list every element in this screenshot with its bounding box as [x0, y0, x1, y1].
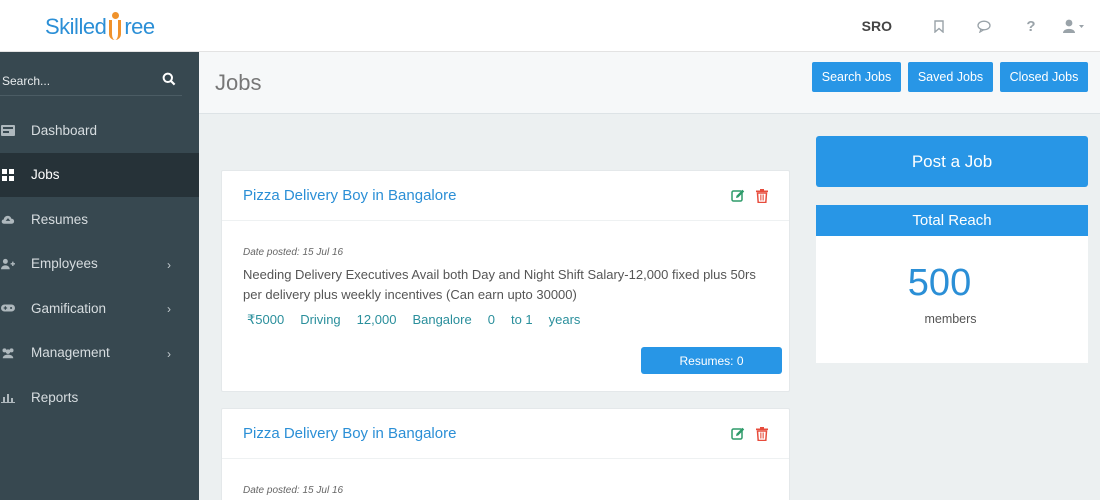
- total-reach-title: Total Reach: [816, 205, 1088, 236]
- sidebar-item-jobs[interactable]: Jobs: [0, 152, 199, 197]
- total-reach-count: 500: [907, 262, 972, 304]
- user-code[interactable]: SRO: [862, 18, 892, 34]
- help-icon[interactable]: ?: [1008, 18, 1054, 35]
- bookmark-icon[interactable]: [916, 19, 962, 33]
- logo[interactable]: Skilled ree: [45, 10, 155, 44]
- job-card: Pizza Delivery Boy in Bangalore Date pos…: [221, 170, 790, 392]
- logo-figure-icon: [107, 12, 123, 42]
- job-card: Pizza Delivery Boy in Bangalore Date pos…: [221, 408, 790, 500]
- top-right-controls: SRO ?: [862, 0, 1100, 52]
- job-location: Bangalore: [412, 312, 472, 327]
- salary-value: ₹5000: [247, 312, 285, 327]
- sidebar: Search... Dashboard Jobs Resumes Employe…: [0, 52, 199, 500]
- bar-chart-icon: [1, 391, 15, 403]
- search-jobs-button[interactable]: Search Jobs: [812, 62, 901, 92]
- chevron-right-icon[interactable]: ›: [167, 302, 171, 316]
- resumes-button[interactable]: Resumes: 0: [641, 347, 782, 374]
- job-description: Needing Delivery Executives Avail both D…: [243, 267, 756, 302]
- search-box[interactable]: Search...: [0, 66, 182, 96]
- salary-range: 12,000: [356, 312, 397, 327]
- saved-jobs-button[interactable]: Saved Jobs: [908, 62, 993, 92]
- post-job-button[interactable]: Post a Job: [816, 136, 1088, 187]
- user-plus-icon: [1, 258, 15, 270]
- sidebar-item-employees[interactable]: Employees ›: [0, 242, 199, 287]
- sidebar-item-reports[interactable]: Reports: [0, 375, 199, 420]
- delete-icon[interactable]: [756, 189, 768, 203]
- sidebar-item-label: Management: [31, 345, 110, 361]
- date-posted: Date posted: 15 Jul 16: [243, 485, 344, 496]
- top-bar: Skilled ree SRO ?: [0, 0, 1100, 52]
- chevron-right-icon[interactable]: ›: [167, 347, 171, 361]
- sidebar-item-label: Gamification: [31, 300, 107, 316]
- job-title-link[interactable]: Pizza Delivery Boy in Bangalore: [243, 425, 456, 442]
- chevron-right-icon[interactable]: ›: [167, 258, 171, 272]
- edit-icon[interactable]: [731, 189, 745, 203]
- users-icon: [1, 347, 15, 359]
- job-title-link[interactable]: Pizza Delivery Boy in Bangalore: [243, 187, 456, 204]
- cloud-upload-icon: [1, 213, 15, 225]
- date-posted: Date posted: 15 Jul 16: [243, 247, 344, 258]
- sidebar-item-label: Dashboard: [31, 122, 98, 138]
- sidebar-item-resumes[interactable]: Resumes: [0, 197, 199, 242]
- experience-min: 0: [487, 312, 495, 327]
- total-reach-label: members: [924, 312, 977, 326]
- page-title: Jobs: [215, 70, 262, 95]
- card-divider: [222, 220, 789, 221]
- sidebar-item-management[interactable]: Management ›: [0, 331, 199, 376]
- gamepad-icon: [1, 302, 15, 314]
- logo-text-right: ree: [124, 14, 155, 39]
- job-meta: ₹5000 Driving 12,000 Bangalore 0 to 1 ye…: [247, 312, 596, 328]
- sidebar-item-label: Employees: [31, 256, 98, 272]
- delete-icon[interactable]: [756, 427, 768, 441]
- card-divider: [222, 458, 789, 459]
- dashboard-icon: [1, 124, 15, 136]
- total-reach-panel: Total Reach 500 members: [816, 205, 1088, 363]
- sidebar-item-label: Jobs: [31, 167, 60, 183]
- logo-text-left: Skilled: [45, 14, 107, 39]
- page-header: Jobs Search Jobs Saved Jobs Closed Jobs: [199, 52, 1100, 114]
- edit-icon[interactable]: [731, 427, 745, 441]
- search-icon[interactable]: [162, 72, 176, 86]
- search-input[interactable]: Search...: [2, 74, 50, 88]
- experience-unit: years: [548, 312, 581, 327]
- sidebar-nav: Dashboard Jobs Resumes Employees › Gamif…: [0, 108, 199, 420]
- job-category: Driving: [300, 312, 341, 327]
- sidebar-item-label: Resumes: [31, 211, 89, 227]
- closed-jobs-button[interactable]: Closed Jobs: [1000, 62, 1088, 92]
- sidebar-item-dashboard[interactable]: Dashboard: [0, 108, 199, 153]
- chat-icon[interactable]: [962, 20, 1008, 33]
- experience-max: to 1: [510, 312, 533, 327]
- user-icon[interactable]: [1054, 19, 1094, 33]
- grid-icon: [1, 168, 15, 181]
- sidebar-item-gamification[interactable]: Gamification ›: [0, 286, 199, 331]
- sidebar-item-label: Reports: [31, 389, 79, 405]
